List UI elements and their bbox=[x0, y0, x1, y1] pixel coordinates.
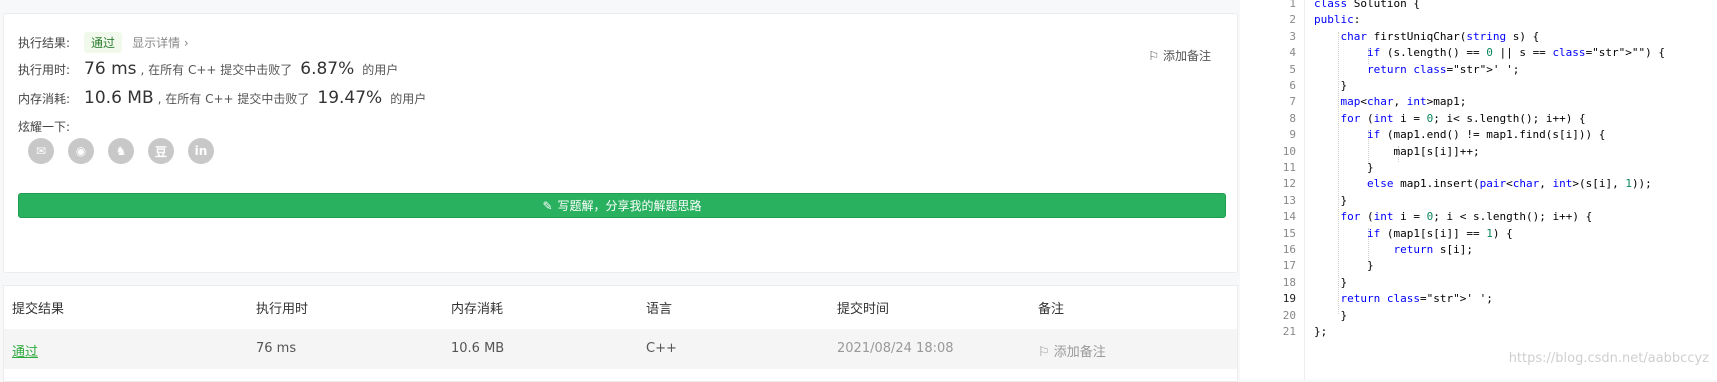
write-solution-button[interactable]: ✎ 写题解，分享我的解题思路 bbox=[18, 193, 1226, 218]
line-number: 6 bbox=[1289, 79, 1296, 92]
runtime-value: 76 ms bbox=[84, 59, 137, 79]
row-add-note-button[interactable]: ⚐ 添加备注 bbox=[1038, 341, 1106, 360]
result-label: 执行结果: bbox=[18, 36, 71, 50]
code-area[interactable]: class Solution { public: char firstUniqCh… bbox=[1314, 0, 1665, 338]
memory-tail: 的用户 bbox=[390, 92, 427, 106]
line-number-gutter: 1 2 3 4 5 6 7 8 9 10 11 12 13 14 15 16 17 18 19 20 21 bbox=[1268, 0, 1305, 380]
weibo-icon[interactable]: ◉ bbox=[68, 138, 94, 164]
status-badge: 通过 bbox=[84, 32, 123, 53]
pencil-icon: ✎ bbox=[542, 198, 553, 213]
code-line[interactable]: } bbox=[1314, 194, 1347, 207]
line-number: 10 bbox=[1282, 144, 1296, 158]
runtime-beat-text: , 在所有 C++ 提交中击败了 bbox=[140, 63, 293, 77]
line-number: 4 bbox=[1289, 46, 1296, 60]
line-number: 16 bbox=[1282, 243, 1296, 256]
line-number: 3 bbox=[1289, 29, 1296, 43]
add-note-button[interactable]: ⚐ 添加备注 bbox=[1148, 47, 1211, 64]
wechat-icon[interactable]: ✉ bbox=[28, 138, 54, 164]
write-solution-label: 写题解，分享我的解题思路 bbox=[557, 199, 702, 213]
line-number: 21 bbox=[1282, 325, 1296, 338]
code-line[interactable]: } bbox=[1314, 309, 1347, 322]
code-line[interactable]: class Solution { bbox=[1314, 0, 1420, 10]
memory-label: 内存消耗: bbox=[18, 92, 71, 106]
share-icons: ✉ ◉ ♞ 豆 in bbox=[28, 138, 214, 164]
code-line[interactable]: else map1.insert(pair<char, int>(s[i], 1… bbox=[1314, 177, 1652, 190]
code-line[interactable]: for (int i = 0; i< s.length(); i++) { bbox=[1314, 112, 1586, 125]
code-line[interactable]: if (s.length() == 0 || s == class="str">… bbox=[1314, 46, 1665, 59]
line-number: 20 bbox=[1282, 308, 1296, 322]
qq-icon[interactable]: ♞ bbox=[108, 138, 134, 164]
flag-icon: ⚐ bbox=[1038, 345, 1054, 360]
code-line[interactable]: } bbox=[1314, 276, 1347, 289]
code-line[interactable]: if (map1[s[i]] == 1) { bbox=[1314, 227, 1513, 240]
memory-value: 10.6 MB bbox=[84, 88, 154, 108]
linkedin-icon[interactable]: in bbox=[188, 138, 214, 164]
header-memory: 内存消耗 bbox=[451, 302, 504, 317]
line-number: 11 bbox=[1282, 161, 1296, 174]
line-number: 5 bbox=[1289, 62, 1296, 76]
line-number: 12 bbox=[1282, 177, 1296, 191]
watermark: https://blog.csdn.net/aabbccyz bbox=[1508, 351, 1709, 366]
line-number: 18 bbox=[1282, 275, 1296, 289]
code-line[interactable]: } bbox=[1314, 259, 1374, 272]
row-status-link[interactable]: 通过 bbox=[12, 341, 38, 360]
line-number: 17 bbox=[1282, 259, 1296, 273]
line-number: 9 bbox=[1289, 128, 1296, 142]
table-row[interactable]: 通过 76 ms 10.6 MB C++ 2021/08/24 18:08 ⚐ … bbox=[4, 329, 1237, 369]
line-number: 1 bbox=[1289, 0, 1296, 10]
code-line[interactable]: map1[s[i]]++; bbox=[1314, 145, 1479, 158]
submissions-table: 提交结果 执行用时 内存消耗 语言 提交时间 备注 通过 76 ms 10.6 … bbox=[3, 285, 1238, 382]
memory-percent: 19.47% bbox=[317, 88, 383, 108]
runtime-tail: 的用户 bbox=[362, 63, 399, 77]
row-runtime: 76 ms bbox=[256, 341, 297, 356]
line-number: 13 bbox=[1282, 193, 1296, 207]
code-line[interactable]: if (map1.end() != map1.find(s[i])) { bbox=[1314, 128, 1605, 141]
code-line[interactable]: map<char, int>map1; bbox=[1314, 95, 1467, 108]
line-number: 14 bbox=[1282, 210, 1296, 224]
memory-row: 内存消耗: 10.6 MB , 在所有 C++ 提交中击败了 19.47% 的用… bbox=[18, 88, 426, 108]
runtime-row: 执行用时: 76 ms , 在所有 C++ 提交中击败了 6.87% 的用户 bbox=[18, 59, 398, 79]
douban-icon[interactable]: 豆 bbox=[148, 138, 174, 164]
line-number: 2 bbox=[1289, 13, 1296, 27]
code-line[interactable]: public: bbox=[1314, 13, 1360, 26]
header-result: 提交结果 bbox=[12, 302, 65, 317]
result-row: 执行结果: 通过 显示详情 › bbox=[18, 32, 189, 53]
code-line[interactable]: for (int i = 0; i < s.length(); i++) { bbox=[1314, 210, 1593, 223]
code-line[interactable]: } bbox=[1314, 161, 1374, 174]
add-note-label: 添加备注 bbox=[1162, 49, 1211, 63]
header-time: 提交时间 bbox=[837, 302, 890, 317]
code-line[interactable]: }; bbox=[1314, 325, 1327, 338]
line-number: 7 bbox=[1289, 95, 1296, 109]
submission-panel: 执行结果: 通过 显示详情 › ⚐ 添加备注 执行用时: 76 ms , 在所有… bbox=[0, 0, 1240, 382]
share-label: 炫耀一下: bbox=[18, 120, 71, 134]
code-line[interactable]: return class="str">' '; bbox=[1314, 63, 1519, 76]
code-line[interactable]: return class="str">' '; bbox=[1314, 292, 1493, 305]
code-line[interactable]: } bbox=[1314, 79, 1347, 92]
code-line[interactable]: char firstUniqChar(string s) { bbox=[1314, 30, 1540, 43]
runtime-percent: 6.87% bbox=[300, 59, 355, 79]
row-memory: 10.6 MB bbox=[451, 341, 505, 356]
header-runtime: 执行用时 bbox=[256, 302, 309, 317]
code-editor[interactable]: 1 2 3 4 5 6 7 8 9 10 11 12 13 14 15 16 17 18 19 20 21 class … bbox=[1268, 0, 1717, 380]
flag-icon: ⚐ bbox=[1148, 48, 1159, 63]
line-number: 15 bbox=[1282, 226, 1296, 240]
divider bbox=[1240, 0, 1268, 380]
row-time: 2021/08/24 18:08 bbox=[837, 341, 954, 356]
line-number: 19 bbox=[1282, 292, 1296, 306]
memory-beat-text: , 在所有 C++ 提交中击败了 bbox=[157, 92, 310, 106]
code-line[interactable]: return s[i]; bbox=[1314, 243, 1473, 256]
runtime-label: 执行用时: bbox=[18, 63, 71, 77]
row-language: C++ bbox=[646, 341, 677, 356]
line-number: 8 bbox=[1289, 111, 1296, 125]
result-card: 执行结果: 通过 显示详情 › ⚐ 添加备注 执行用时: 76 ms , 在所有… bbox=[3, 13, 1238, 273]
header-language: 语言 bbox=[646, 302, 673, 317]
row-add-note-label: 添加备注 bbox=[1053, 345, 1106, 360]
show-details-link[interactable]: 显示详情 › bbox=[132, 34, 189, 51]
header-note: 备注 bbox=[1038, 302, 1065, 317]
